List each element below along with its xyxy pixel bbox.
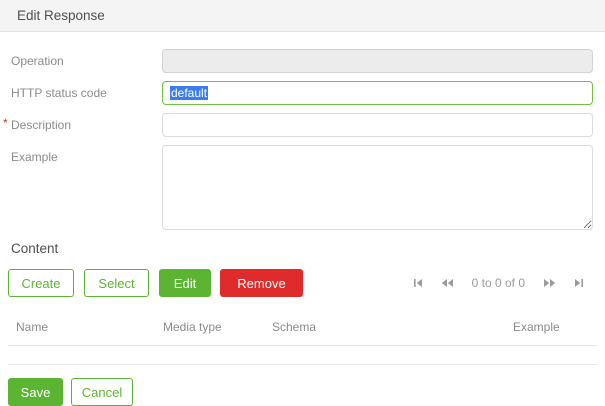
required-asterisk-icon: * <box>3 116 8 130</box>
operation-label: Operation <box>11 54 64 68</box>
description-label: * Description <box>3 113 162 132</box>
example-textarea[interactable] <box>162 145 593 230</box>
edit-response-dialog: Edit Response Operation HTTP status code… <box>0 0 605 406</box>
content-table: Name Media type Schema Example <box>8 311 597 365</box>
form-area: Operation HTTP status code default * Des… <box>0 32 605 230</box>
table-header-row: Name Media type Schema Example <box>8 311 597 346</box>
select-button[interactable]: Select <box>84 269 149 297</box>
content-section-heading: Content <box>11 241 59 256</box>
http-status-selected-text: default <box>170 86 209 100</box>
first-page-icon[interactable] <box>412 277 424 289</box>
edit-button[interactable]: Edit <box>159 269 211 297</box>
http-status-input[interactable]: default <box>162 81 593 105</box>
form-row-description: * Description <box>3 113 593 137</box>
table-empty-row <box>8 346 597 365</box>
dialog-footer: Save Cancel <box>8 378 605 406</box>
form-row-example: Example <box>11 145 593 230</box>
operation-input <box>162 49 593 73</box>
table-header-name: Name <box>16 320 49 334</box>
cancel-button[interactable]: Cancel <box>71 378 133 406</box>
fast-backward-icon[interactable] <box>440 277 454 289</box>
last-page-icon[interactable] <box>573 277 585 289</box>
pagination-controls: 0 to 0 of 0 <box>404 276 593 290</box>
http-status-label: HTTP status code <box>11 86 107 100</box>
save-button[interactable]: Save <box>8 378 63 406</box>
table-header-media-type: Media type <box>163 320 222 334</box>
description-input[interactable] <box>162 113 593 137</box>
table-header-schema: Schema <box>272 320 317 334</box>
description-label-text: Description <box>11 118 72 132</box>
example-label: Example <box>11 150 58 164</box>
create-button[interactable]: Create <box>8 269 74 297</box>
form-row-http-status: HTTP status code default <box>11 81 593 105</box>
remove-button[interactable]: Remove <box>220 269 303 297</box>
table-header-example: Example <box>513 320 560 334</box>
pager-count-text: 0 to 0 of 0 <box>471 276 525 290</box>
form-row-operation: Operation <box>11 49 593 73</box>
content-toolbar: Create Select Edit Remove 0 to 0 of 0 <box>8 269 593 297</box>
dialog-header: Edit Response <box>0 0 605 32</box>
fast-forward-icon[interactable] <box>543 277 557 289</box>
dialog-title: Edit Response <box>17 8 105 23</box>
